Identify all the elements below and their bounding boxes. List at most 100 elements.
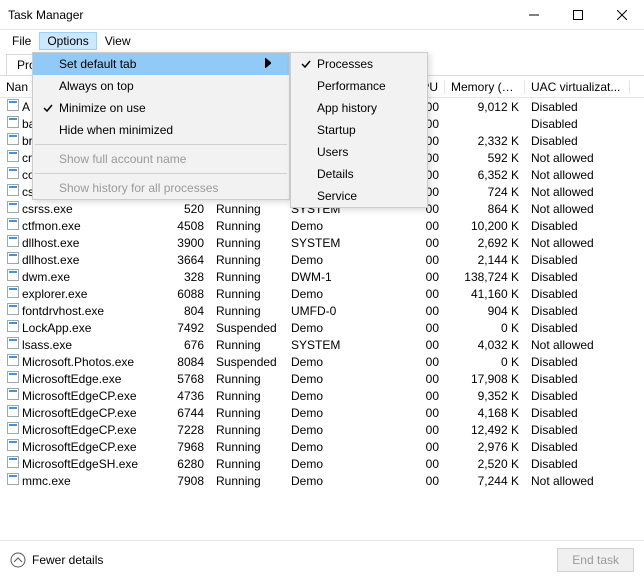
status-value: Suspended [210,321,285,335]
menu-view[interactable]: View [97,32,139,50]
uac-value: Not allowed [525,236,630,250]
process-icon [6,354,20,366]
minimize-button[interactable] [512,0,556,30]
maximize-button[interactable] [556,0,600,30]
table-row[interactable]: Microsoft.Photos.exe8084SuspendedDemo000… [0,353,644,370]
submenu-item[interactable]: Users [291,141,427,163]
menu-item[interactable]: Always on top [33,75,289,97]
uac-value: Not allowed [525,185,630,199]
table-row[interactable]: MicrosoftEdge.exe5768RunningDemo0017,908… [0,370,644,387]
uac-value: Not allowed [525,474,630,488]
end-task-button[interactable]: End task [557,548,634,572]
process-icon [6,269,20,281]
pid-value: 7908 [155,474,210,488]
uac-value: Disabled [525,372,630,386]
memory-value: 2,692 K [445,236,525,250]
menu-options[interactable]: Options [39,32,96,50]
user-value: Demo [285,440,405,454]
submenu-item[interactable]: Processes [291,53,427,75]
user-value: Demo [285,474,405,488]
submenu-item[interactable]: App history [291,97,427,119]
status-value: Running [210,474,285,488]
process-name: Microsoft.Photos.exe [22,355,134,369]
user-value: DWM-1 [285,270,405,284]
table-row[interactable]: mmc.exe7908RunningDemo007,244 KNot allow… [0,472,644,489]
uac-value: Disabled [525,117,630,131]
table-row[interactable]: MicrosoftEdgeCP.exe7228RunningDemo0012,4… [0,421,644,438]
table-row[interactable]: MicrosoftEdgeCP.exe4736RunningDemo009,35… [0,387,644,404]
menu-file[interactable]: File [4,32,39,50]
table-row[interactable]: MicrosoftEdgeSH.exe6280RunningDemo002,52… [0,455,644,472]
cpu-value: 00 [405,236,445,250]
col-header-uac[interactable]: UAC virtualizat... [525,80,630,94]
submenu-item[interactable]: Service [291,185,427,207]
submenu-item-label: Service [317,189,409,203]
cpu-value: 00 [405,270,445,284]
table-row[interactable]: MicrosoftEdgeCP.exe7968RunningDemo002,97… [0,438,644,455]
status-value: Running [210,270,285,284]
table-row[interactable]: dllhost.exe3664RunningDemo002,144 KDisab… [0,251,644,268]
process-icon [6,235,20,247]
process-name: explorer.exe [22,287,87,301]
table-row[interactable]: explorer.exe6088RunningDemo0041,160 KDis… [0,285,644,302]
menu-item[interactable]: Hide when minimized [33,119,289,141]
submenu-arrow-icon [259,57,271,71]
process-icon [6,252,20,264]
cpu-value: 00 [405,423,445,437]
menu-item-label: Always on top [59,79,259,93]
process-name: A [22,100,30,114]
process-icon [6,218,20,230]
submenu-item[interactable]: Performance [291,75,427,97]
user-value: Demo [285,355,405,369]
status-value: Running [210,304,285,318]
cpu-value: 00 [405,219,445,233]
table-row[interactable]: ctfmon.exe4508RunningDemo0010,200 KDisab… [0,217,644,234]
process-icon [6,303,20,315]
process-name: LockApp.exe [22,321,91,335]
pid-value: 804 [155,304,210,318]
pid-value: 7228 [155,423,210,437]
menu-item-label: Minimize on use [59,101,259,115]
table-row[interactable]: dllhost.exe3900RunningSYSTEM002,692 KNot… [0,234,644,251]
col-header-memory[interactable]: Memory (a... [445,80,525,94]
table-row[interactable]: dwm.exe328RunningDWM-100138,724 KDisable… [0,268,644,285]
memory-value: 17,908 K [445,372,525,386]
menu-item[interactable]: Minimize on use [33,97,289,119]
process-icon [6,133,20,145]
cpu-value: 00 [405,457,445,471]
user-value: SYSTEM [285,236,405,250]
user-value: SYSTEM [285,338,405,352]
close-button[interactable] [600,0,644,30]
uac-value: Not allowed [525,168,630,182]
uac-value: Disabled [525,304,630,318]
process-name: dwm.exe [22,270,70,284]
user-value: Demo [285,219,405,233]
menu-item-label: Hide when minimized [59,123,259,137]
submenu-item[interactable]: Startup [291,119,427,141]
menu-item[interactable]: Set default tab [33,53,289,75]
uac-value: Disabled [525,287,630,301]
chevron-up-circle-icon [10,552,26,568]
process-name: lsass.exe [22,338,72,352]
process-icon [6,286,20,298]
pid-value: 4508 [155,219,210,233]
table-row[interactable]: lsass.exe676RunningSYSTEM004,032 KNot al… [0,336,644,353]
cpu-value: 00 [405,338,445,352]
table-row[interactable]: LockApp.exe7492SuspendedDemo000 KDisable… [0,319,644,336]
table-row[interactable]: fontdrvhost.exe804RunningUMFD-000904 KDi… [0,302,644,319]
table-row[interactable]: MicrosoftEdgeCP.exe6744RunningDemo004,16… [0,404,644,421]
memory-value: 138,724 K [445,270,525,284]
pid-value: 5768 [155,372,210,386]
process-icon [6,422,20,434]
uac-value: Disabled [525,134,630,148]
fewer-details-toggle[interactable]: Fewer details [10,552,557,568]
process-icon [6,371,20,383]
process-icon [6,201,20,213]
status-value: Running [210,202,285,216]
pid-value: 6280 [155,457,210,471]
submenu-item[interactable]: Details [291,163,427,185]
cpu-value: 00 [405,440,445,454]
submenu-item-label: Users [317,145,409,159]
memory-value: 7,244 K [445,474,525,488]
memory-value: 12,492 K [445,423,525,437]
